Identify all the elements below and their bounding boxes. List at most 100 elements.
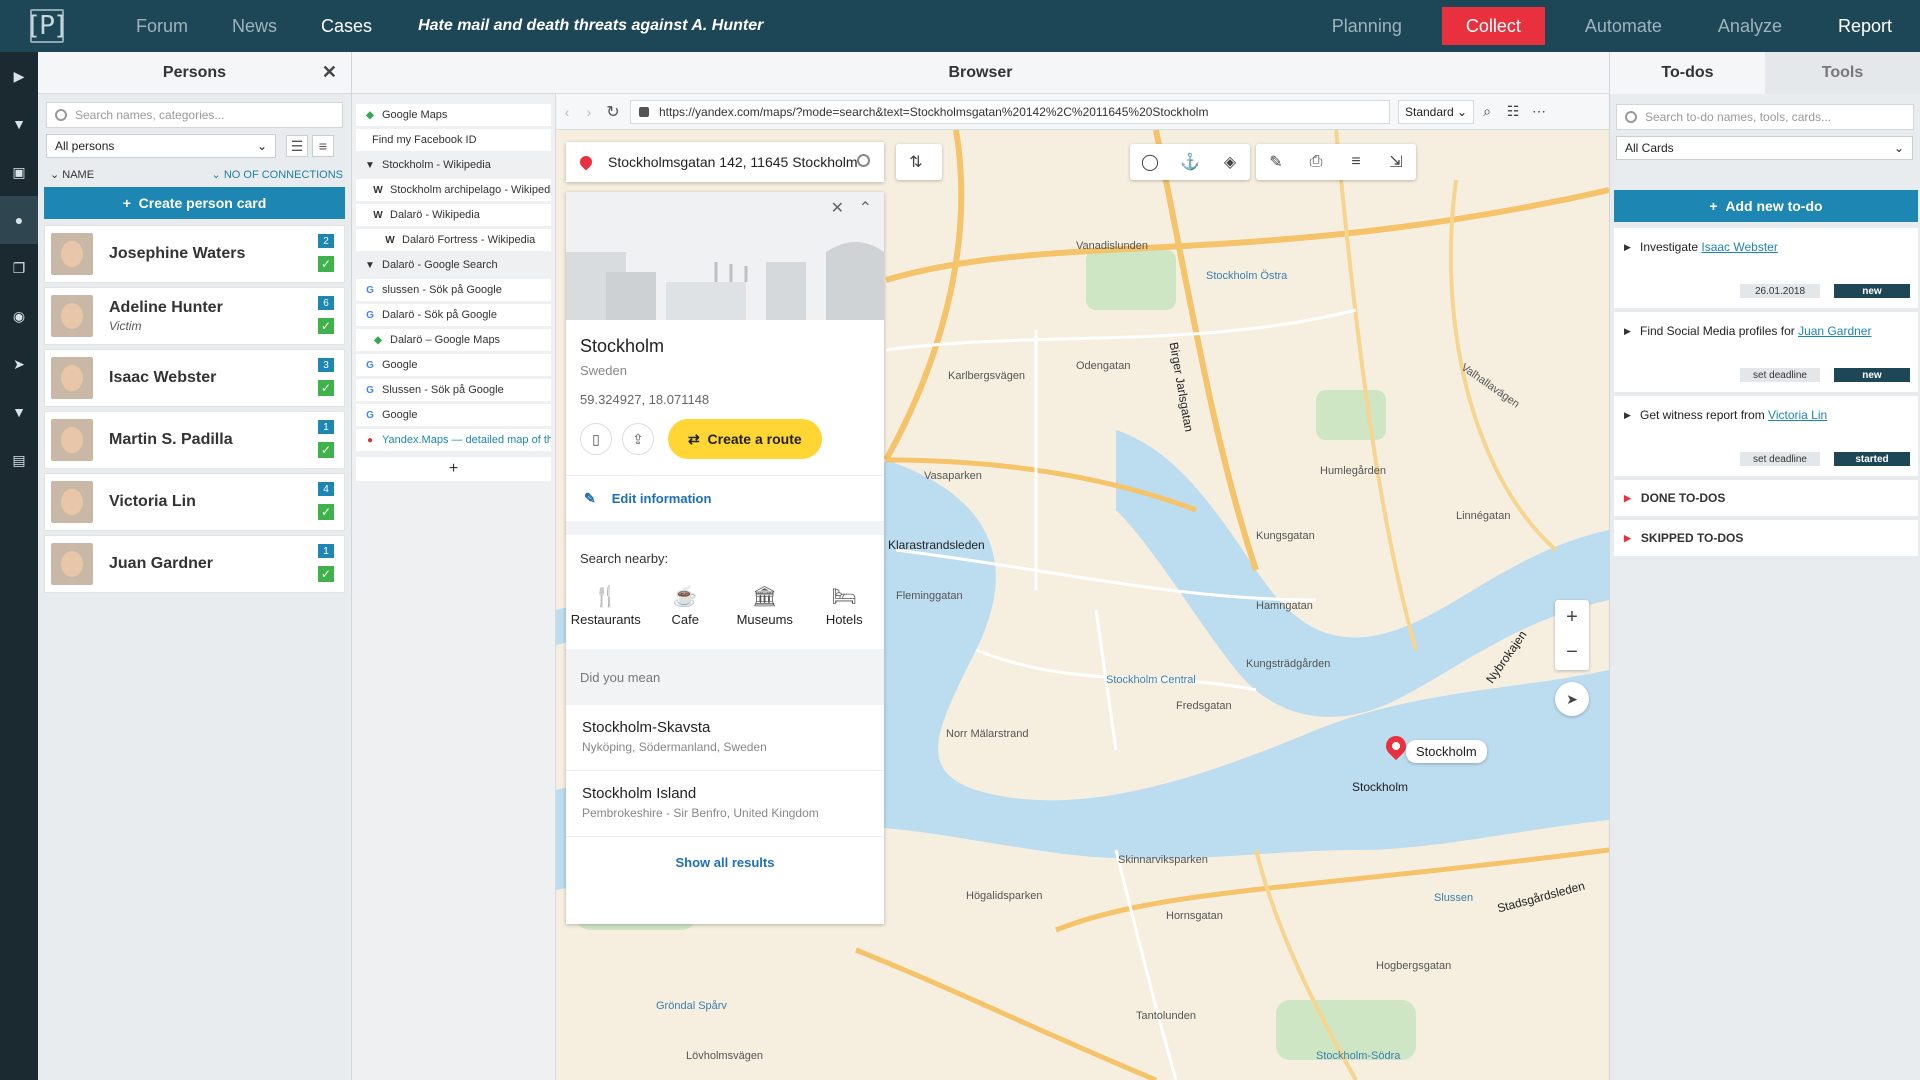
share-icon[interactable]: ⇪ [622, 423, 654, 455]
triangle-right-icon[interactable]: ▶ [1624, 242, 1631, 253]
checkbox-checked[interactable]: ✓ [318, 566, 334, 582]
browser-tab[interactable]: G Dalarö - Sök på Google [356, 304, 551, 326]
grid-view-icon[interactable]: ☰ [286, 135, 308, 157]
tab-tools[interactable]: Tools [1765, 52, 1920, 94]
todo-person-link[interactable]: Juan Gardner [1798, 324, 1871, 338]
mode-select[interactable]: Standard ⌄ [1398, 99, 1474, 124]
persons-icon[interactable]: ● [0, 196, 38, 244]
persons-filter-select[interactable]: All persons ⌄ [46, 134, 276, 158]
checkbox-checked[interactable]: ✓ [318, 380, 334, 396]
send-icon[interactable]: ➤ [0, 340, 38, 388]
traffic-icon[interactable]: ⇅ [896, 152, 936, 172]
todo-item[interactable]: ▶ Get witness report from Victoria Lin set… [1614, 396, 1918, 476]
url-input[interactable]: https://yandex.com/maps/?mode=search&tex… [630, 99, 1390, 124]
person-card[interactable]: Juan Gardner 1 ✓ [44, 535, 345, 593]
create-route-button[interactable]: ⇄ Create a route [668, 419, 822, 459]
zoom-out-button[interactable]: − [1566, 641, 1578, 664]
nearby-hotels[interactable]: 🛏 Hotels [805, 584, 885, 627]
browser-tab[interactable]: ▼ Stockholm - Wikipedia [356, 154, 551, 176]
todo-deadline[interactable]: set deadline [1740, 452, 1820, 466]
sort-by-connections[interactable]: ⌄ NO OF CONNECTIONS [212, 168, 343, 181]
sort-by-name[interactable]: ⌄ NAME [50, 168, 94, 181]
person-card[interactable]: Josephine Waters 2 ✓ [44, 225, 345, 283]
person-card[interactable]: Isaac Webster 3 ✓ [44, 349, 345, 407]
add-tab-button[interactable]: + [356, 457, 551, 481]
show-all-results-link[interactable]: Show all results [566, 837, 884, 887]
print-icon[interactable]: ⎙ [1296, 153, 1336, 171]
triangle-right-icon[interactable]: ▶ [1624, 410, 1631, 421]
briefcase-icon[interactable]: ▣ [0, 148, 38, 196]
skipped-todos-section[interactable]: ▶ SKIPPED TO-DOS [1614, 520, 1918, 556]
checkbox-checked[interactable]: ✓ [318, 442, 334, 458]
nav-collect[interactable]: Collect [1441, 7, 1545, 45]
chevron-down-icon[interactable]: ▼ [0, 388, 38, 436]
browser-tab[interactable]: G Google [356, 354, 551, 376]
search-icon[interactable]: ⌕ [1474, 103, 1500, 120]
browser-tab[interactable]: W Stockholm archipelago - Wikipedia [356, 179, 551, 201]
search-icon[interactable] [857, 154, 870, 167]
person-card[interactable]: Adeline Hunter Victim 6 ✓ [44, 287, 345, 345]
transit-icon[interactable]: ⚓ [1170, 152, 1210, 172]
persons-search-input[interactable]: Search names, categories... [46, 102, 343, 128]
nav-planning[interactable]: Planning [1304, 0, 1430, 52]
place-search-input[interactable]: Stockholmsgatan 142, 11645 Stockholm [566, 142, 884, 182]
close-icon[interactable]: ✕ [831, 198, 844, 218]
layers-icon[interactable]: ◈ [1210, 152, 1250, 172]
share-icon[interactable]: ⇲ [1376, 152, 1416, 172]
nearby-museums[interactable]: 🏛 Museums [725, 584, 805, 627]
nav-analyze[interactable]: Analyze [1690, 0, 1810, 52]
reader-icon[interactable]: ☷ [1500, 103, 1526, 120]
archive-icon[interactable]: ▤ [0, 436, 38, 484]
chevron-down-icon[interactable]: ▼ [0, 100, 38, 148]
checkbox-checked[interactable]: ✓ [318, 504, 334, 520]
browser-tab[interactable]: W Dalarö Fortress - Wikipedia [356, 229, 551, 251]
browser-tab[interactable]: ◆ Google Maps [356, 104, 551, 126]
more-icon[interactable]: ⋯ [1526, 103, 1552, 120]
pin-label[interactable]: Stockholm [1406, 740, 1487, 763]
checkbox-checked[interactable]: ✓ [318, 256, 334, 272]
zoom-in-button[interactable]: + [1566, 606, 1578, 629]
todo-item[interactable]: ▶ Find Social Media profiles for Juan Gar… [1614, 312, 1918, 392]
tab-todos[interactable]: To-dos [1610, 52, 1765, 94]
done-todos-section[interactable]: ▶ DONE TO-DOS [1614, 480, 1918, 516]
reload-icon[interactable]: ↻ [600, 102, 626, 122]
todo-person-link[interactable]: Victoria Lin [1768, 408, 1827, 422]
list-view-icon[interactable]: ≡ [312, 135, 334, 157]
documents-icon[interactable]: ❐ [0, 244, 38, 292]
browser-tab[interactable]: ● Yandex.Maps — detailed map of the [356, 429, 551, 451]
nav-cases[interactable]: Cases [299, 0, 394, 52]
todo-status-badge[interactable]: new [1834, 368, 1910, 382]
todo-deadline[interactable]: set deadline [1740, 368, 1820, 382]
browser-tab[interactable]: Find my Facebook ID [356, 129, 551, 151]
todo-person-link[interactable]: Isaac Webster [1701, 240, 1777, 254]
browser-tab[interactable]: ▼ Dalarö - Google Search [356, 254, 551, 276]
expand-icon[interactable]: ▶ [0, 52, 38, 100]
location-person-icon[interactable]: ◉ [0, 292, 38, 340]
person-card[interactable]: Martin S. Padilla 1 ✓ [44, 411, 345, 469]
nav-news[interactable]: News [210, 0, 299, 52]
person-card[interactable]: Victoria Lin 4 ✓ [44, 473, 345, 531]
todo-status-badge[interactable]: started [1834, 452, 1910, 466]
menu-icon[interactable]: ≡ [1336, 153, 1376, 171]
edit-information-link[interactable]: ✎ Edit information [566, 475, 884, 521]
map-view[interactable]: Vanadislunden Stockholm Östra Karlbergsv… [556, 130, 1609, 1080]
triangle-down-icon[interactable]: ▼ [364, 259, 376, 271]
browser-tab[interactable]: ◆ Dalarö – Google Maps [356, 329, 551, 351]
nav-automate[interactable]: Automate [1557, 0, 1690, 52]
todo-item[interactable]: ▶ Investigate Isaac Webster 26.01.2018 new [1614, 228, 1918, 308]
ruler-icon[interactable]: ✎ [1256, 152, 1296, 172]
browser-tab[interactable]: G Google [356, 404, 551, 426]
todo-search-input[interactable]: Search to-do names, tools, cards... [1616, 104, 1914, 130]
suggestion-item[interactable]: Stockholm Island Pembrokeshire - Sir Ben… [566, 771, 884, 837]
checkbox-checked[interactable]: ✓ [318, 318, 334, 334]
collapse-icon[interactable]: ⌃ [859, 198, 872, 218]
browser-tab[interactable]: G Slussen - Sök på Google [356, 379, 551, 401]
nearby-cafe[interactable]: ☕ Cafe [646, 584, 726, 627]
back-icon[interactable]: ‹ [556, 104, 578, 120]
triangle-right-icon[interactable]: ▶ [1624, 326, 1631, 337]
create-person-card-button[interactable]: + Create person card [44, 187, 345, 219]
close-icon[interactable]: ✕ [322, 62, 337, 83]
browser-tab[interactable]: Gslussen - Sök på Google [356, 279, 551, 301]
nearby-restaurants[interactable]: 🍴 Restaurants [566, 584, 646, 627]
suggestion-item[interactable]: Stockholm-Skavsta Nyköping, Södermanland… [566, 705, 884, 771]
